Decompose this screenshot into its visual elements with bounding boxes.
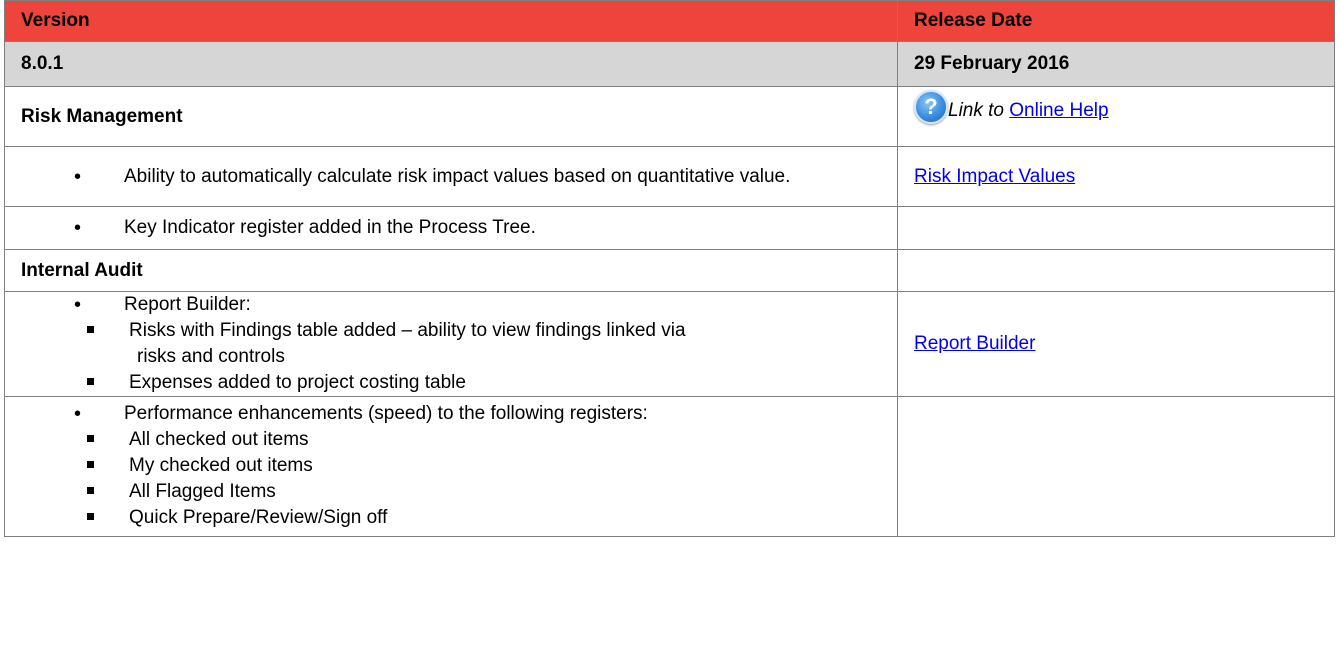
empty-link-cell [897,249,1335,292]
sub-list-item: Quick Prepare/Review/Sign off [21,505,881,531]
list-item: Ability to automatically calculate risk … [4,146,1335,207]
sub-item-line: Expenses added to project costing table [129,372,466,393]
version-row: 8.0.1 29 February 2016 [4,41,1335,87]
report-builder-link[interactable]: Report Builder [914,333,1035,354]
sub-item-line: risks and controls [137,346,285,367]
sub-item-line: All checked out items [129,429,309,450]
sub-list-item: Expenses added to project costing table [21,370,881,396]
question-mark-icon[interactable]: ? [914,89,948,124]
sub-list-item: All Flagged Items [21,479,881,505]
sub-list-item: All checked out items [21,427,881,453]
list-item: Performance enhancements (speed) to the … [4,396,1335,537]
sub-list-item: My checked out items [21,453,881,479]
sub-item-line: Quick Prepare/Review/Sign off [129,507,388,528]
list-item: Report Builder: Risks with Findings tabl… [4,291,1335,397]
help-icon-wrap: ? [914,89,948,124]
risk-impact-values-link[interactable]: Risk Impact Values [914,166,1075,187]
performance-item: Performance enhancements (speed) to the … [21,401,881,427]
table-header-row: Version Release Date [4,0,1335,42]
risk-item-text: Key Indicator register added in the Proc… [21,217,881,240]
empty-link-cell [897,206,1335,250]
release-notes-table: Version Release Date 8.0.1 29 February 2… [4,0,1335,537]
release-date: 29 February 2016 [897,41,1335,87]
link-to-label: Link to [948,99,1004,121]
version-number: 8.0.1 [4,41,898,87]
empty-link-cell [897,396,1335,537]
section-title-risk-management: Risk Management [4,86,898,147]
sub-item-line: Risks with Findings table added – abilit… [129,320,686,341]
report-builder-item: Report Builder: [21,292,881,318]
section-row-risk-management: Risk Management ? Link to Online Help [4,86,1335,147]
online-help-cell: ? Link to Online Help [897,86,1335,147]
version-header: Version [4,0,898,42]
online-help-link[interactable]: Online Help [1009,100,1108,121]
risk-item-text: Ability to automatically calculate risk … [21,164,881,190]
sub-list-item: Risks with Findings table added – abilit… [21,318,881,370]
sub-item-line: My checked out items [129,455,313,476]
list-item: Key Indicator register added in the Proc… [4,206,1335,250]
release-date-header: Release Date [897,0,1335,42]
sub-item-line: All Flagged Items [129,481,276,502]
section-row-internal-audit: Internal Audit [4,249,1335,292]
section-title-internal-audit: Internal Audit [4,249,898,292]
